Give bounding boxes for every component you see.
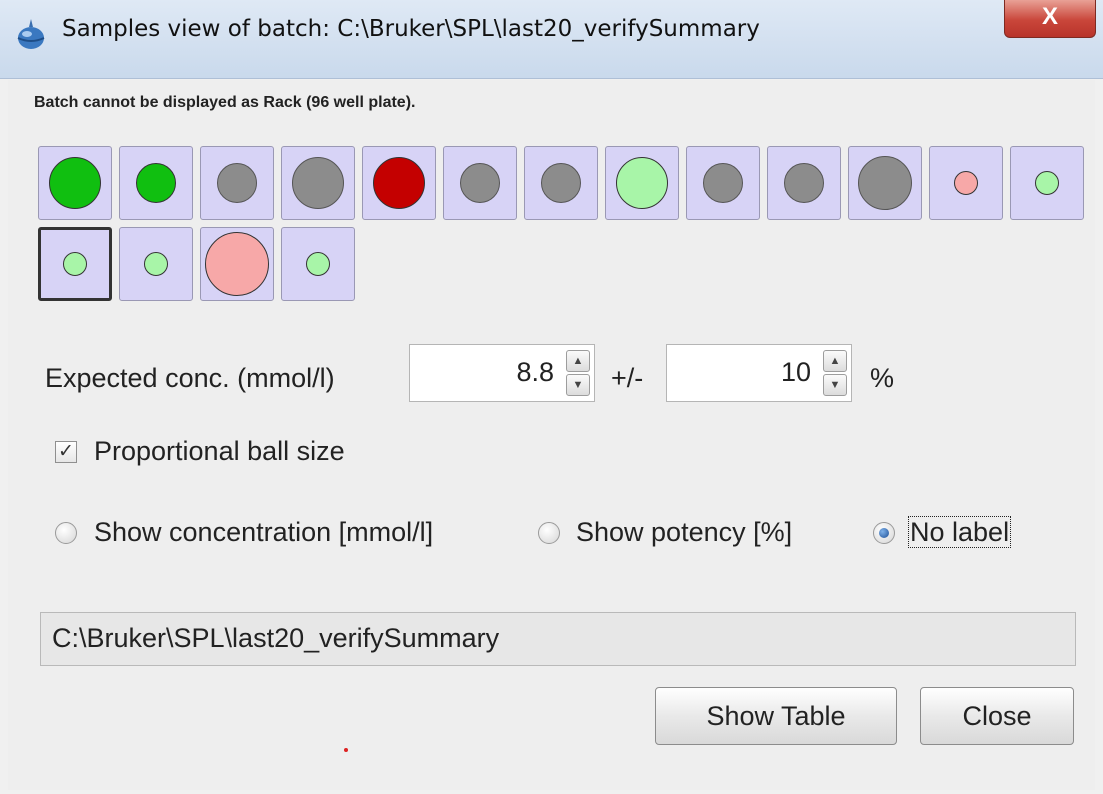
dialog-content: Batch cannot be displayed as Rack (96 we… (8, 80, 1095, 790)
sample-ball-icon (616, 157, 668, 209)
sample-well[interactable] (767, 146, 841, 220)
sample-ball-icon (217, 163, 257, 203)
sample-well[interactable] (605, 146, 679, 220)
sample-well[interactable] (200, 146, 274, 220)
bruker-app-icon (17, 19, 45, 49)
plus-minus-label: +/- (611, 363, 644, 393)
sample-well[interactable] (362, 146, 436, 220)
sample-well[interactable] (686, 146, 760, 220)
tolerance-spinner[interactable]: 10 ▲ ▼ (666, 344, 852, 402)
expected-conc-spinner[interactable]: 8.8 ▲ ▼ (409, 344, 595, 402)
window-close-button[interactable]: X (1004, 0, 1096, 38)
expected-conc-arrows[interactable]: ▲ ▼ (566, 350, 590, 396)
sample-ball-icon (954, 171, 978, 195)
percent-unit-label: % (870, 363, 895, 393)
radio-selected-dot (879, 528, 889, 538)
sample-ball-icon (858, 156, 912, 210)
sample-well[interactable] (848, 146, 922, 220)
spin-down-icon[interactable]: ▼ (566, 374, 590, 396)
spin-down-icon[interactable]: ▼ (823, 374, 847, 396)
title-bar[interactable]: Samples view of batch: C:\Bruker\SPL\las… (0, 0, 1103, 79)
sample-well[interactable] (200, 227, 274, 301)
tolerance-arrows[interactable]: ▲ ▼ (823, 350, 847, 396)
sample-well[interactable] (119, 146, 193, 220)
expected-conc-label: Expected conc. (mmol/l) (45, 363, 335, 393)
sample-well[interactable] (38, 146, 112, 220)
batch-path-text: C:\Bruker\SPL\last20_verifySummary (52, 623, 500, 653)
batch-path-field: C:\Bruker\SPL\last20_verifySummary (40, 612, 1076, 666)
show-potency-radio[interactable] (538, 522, 560, 544)
expected-conc-value[interactable]: 8.8 (516, 357, 554, 388)
no-label-label[interactable]: No label (908, 516, 1012, 548)
show-potency-label[interactable]: Show potency [%] (576, 517, 792, 548)
no-label-text[interactable]: No label (908, 516, 1012, 548)
sample-ball-icon (460, 163, 500, 203)
proportional-ball-size-checkbox[interactable]: ✓ (55, 441, 77, 463)
sample-ball-icon (292, 157, 344, 209)
stray-pixel (344, 748, 348, 752)
spin-up-icon[interactable]: ▲ (823, 350, 847, 372)
sample-well[interactable] (119, 227, 193, 301)
tolerance-value[interactable]: 10 (781, 357, 811, 388)
no-label-radio[interactable] (873, 522, 895, 544)
sample-ball-icon (703, 163, 743, 203)
sample-ball-icon (136, 163, 176, 203)
sample-well[interactable] (281, 146, 355, 220)
sample-well[interactable] (1010, 146, 1084, 220)
sample-well[interactable] (38, 227, 112, 301)
sample-ball-icon (63, 252, 87, 276)
sample-ball-icon (784, 163, 824, 203)
samples-view-window: Samples view of batch: C:\Bruker\SPL\las… (0, 0, 1103, 794)
close-button[interactable]: Close (920, 687, 1074, 745)
sample-well[interactable] (929, 146, 1003, 220)
sample-ball-icon (1035, 171, 1059, 195)
sample-well[interactable] (281, 227, 355, 301)
proportional-ball-size-label[interactable]: Proportional ball size (94, 436, 345, 467)
show-concentration-label[interactable]: Show concentration [mmol/l] (94, 517, 433, 548)
sample-ball-icon (541, 163, 581, 203)
sample-well[interactable] (443, 146, 517, 220)
sample-well[interactable] (524, 146, 598, 220)
sample-ball-icon (144, 252, 168, 276)
show-table-button[interactable]: Show Table (655, 687, 897, 745)
sample-ball-icon (205, 232, 269, 296)
rack-warning-text: Batch cannot be displayed as Rack (96 we… (34, 94, 416, 111)
sample-ball-icon (49, 157, 101, 209)
sample-ball-icon (373, 157, 425, 209)
window-title: Samples view of batch: C:\Bruker\SPL\las… (62, 16, 760, 42)
spin-up-icon[interactable]: ▲ (566, 350, 590, 372)
show-concentration-radio[interactable] (55, 522, 77, 544)
sample-ball-icon (306, 252, 330, 276)
